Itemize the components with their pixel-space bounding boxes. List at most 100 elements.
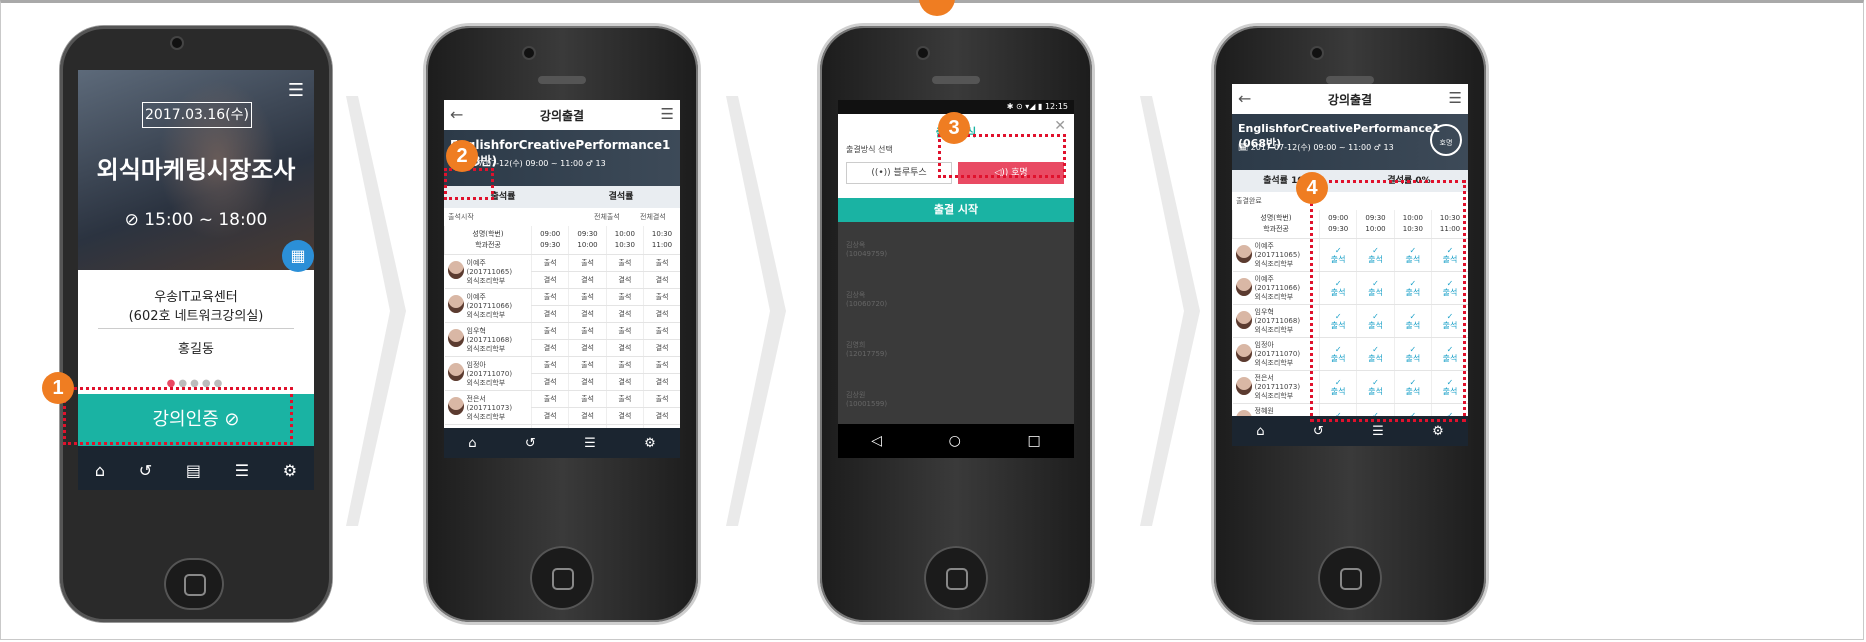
absent-cell[interactable]: 결석 — [643, 373, 680, 391]
absent-cell[interactable]: 결석 — [643, 339, 680, 357]
present-cell[interactable]: 출석 — [605, 390, 644, 408]
present-cell[interactable]: 출석 — [605, 356, 644, 374]
home-circle-icon[interactable]: ○ — [949, 433, 961, 449]
home-button[interactable] — [164, 558, 224, 610]
present-cell[interactable]: 출석 — [568, 322, 607, 340]
call-badge[interactable]: 호명 — [1430, 124, 1462, 156]
gear-icon[interactable]: ⚙ — [283, 461, 297, 480]
student-dept: 외식조리학부 — [466, 276, 506, 285]
list-icon[interactable]: ☰ — [235, 461, 249, 480]
student-id: (201711068) — [466, 335, 513, 344]
present-cell[interactable]: 출석 — [643, 322, 680, 340]
avatar — [447, 329, 464, 347]
absent-cell[interactable]: 결석 — [568, 339, 607, 357]
present-cell[interactable]: 출석 — [643, 288, 680, 306]
absent-cell[interactable]: 결석 — [530, 373, 569, 391]
home-button[interactable] — [1318, 546, 1382, 610]
menu-icon[interactable]: ☰ — [1449, 89, 1462, 107]
present-cell[interactable]: 출석 — [530, 356, 569, 374]
present-cell[interactable]: 출석 — [605, 254, 644, 272]
absent-cell[interactable]: 결석 — [530, 339, 569, 357]
home-icon[interactable]: ⌂ — [1256, 424, 1264, 439]
present-cell[interactable]: 출석 — [530, 288, 569, 306]
speaker — [932, 76, 980, 84]
present-cell[interactable]: 출석 — [568, 356, 607, 374]
table-row: 임정아 (201711070) 외식조리학부 출석 출석 출석 출석 — [444, 356, 680, 391]
back-icon[interactable]: ◁ — [871, 433, 882, 449]
present-cell[interactable]: 출석 — [568, 288, 607, 306]
refresh-icon[interactable]: ↺ — [1313, 424, 1324, 439]
phone-1: ☰ 2017.03.16(수) 외식마케팅시장조사 ⊘ 15:00 ~ 18:0… — [60, 26, 332, 622]
present-cell[interactable]: 출석 — [568, 390, 607, 408]
col-name: 성명(학번) 학과전공 — [444, 226, 532, 255]
step-badge-1: 1 — [42, 372, 74, 404]
menu-icon[interactable]: ☰ — [288, 80, 304, 101]
absent-cell[interactable]: 결석 — [530, 271, 569, 289]
student-cell: 임정아 (201711070) 외식조리학부 — [444, 356, 532, 391]
attendance-start-button[interactable]: 출결 시작 — [838, 198, 1074, 222]
options-row: 출석시작 전체출석 전체결석 — [444, 208, 680, 226]
absent-cell[interactable]: 결석 — [643, 271, 680, 289]
student-dept: 외식조리학부 — [466, 378, 506, 387]
lecture-title: 외식마케팅시장조사 — [96, 156, 296, 184]
camera-icon — [1312, 48, 1322, 58]
absent-cell[interactable]: 결석 — [568, 407, 607, 425]
calendar-icon[interactable]: ▦ — [282, 240, 314, 272]
absent-cell[interactable]: 결석 — [530, 407, 569, 425]
step-badge-4: 4 — [1296, 172, 1328, 204]
avatar — [1235, 377, 1252, 395]
present-cell[interactable]: 출석 — [568, 254, 607, 272]
absent-cell[interactable]: 결석 — [568, 271, 607, 289]
highlight-4 — [1310, 180, 1466, 422]
place-line-2: (602호 네트워크강의실) — [128, 309, 264, 324]
present-cell[interactable]: 출석 — [605, 288, 644, 306]
home-icon[interactable]: ⌂ — [95, 461, 105, 480]
absent-cell[interactable]: 결석 — [643, 305, 680, 323]
close-icon[interactable]: ✕ — [1054, 118, 1066, 134]
notes-icon[interactable]: ▤ — [186, 461, 201, 480]
list-icon[interactable]: ☰ — [584, 436, 596, 451]
absent-cell[interactable]: 결석 — [605, 407, 644, 425]
avatar — [1235, 278, 1252, 296]
home-button[interactable] — [924, 546, 988, 610]
all-present-option[interactable]: 전체출석 — [594, 212, 620, 222]
present-cell[interactable]: 출석 — [643, 254, 680, 272]
absent-cell[interactable]: 결석 — [568, 305, 607, 323]
home-button[interactable] — [530, 546, 594, 610]
attendance-table: 성명(학번) 학과전공 09:00 09:30 09:30 10:00 10:00 10… — [444, 226, 680, 458]
present-cell[interactable]: 출석 — [643, 390, 680, 408]
absent-cell[interactable]: 결석 — [568, 373, 607, 391]
absent-cell[interactable]: 결석 — [530, 305, 569, 323]
refresh-icon[interactable]: ↺ — [525, 436, 536, 451]
camera-icon — [918, 48, 928, 58]
time-col: 10:00 10:30 — [605, 226, 644, 255]
table-row: 이예주 (201711066) 외식조리학부 출석 출석 출석 출석 — [444, 288, 680, 323]
present-cell[interactable]: 출석 — [530, 390, 569, 408]
start-attendance-option[interactable]: 출석시작 — [448, 212, 474, 222]
avatar — [447, 295, 464, 313]
recents-icon[interactable]: □ — [1027, 433, 1040, 449]
present-cell[interactable]: 출석 — [530, 322, 569, 340]
gear-icon[interactable]: ⚙ — [644, 436, 656, 451]
bluetooth-button[interactable]: ((•)) 블루투스 — [846, 162, 952, 184]
all-absent-option[interactable]: 전체결석 — [640, 212, 666, 222]
present-cell[interactable]: 출석 — [530, 254, 569, 272]
refresh-icon[interactable]: ↺ — [139, 461, 152, 480]
absent-cell[interactable]: 결석 — [605, 373, 644, 391]
highlight-2 — [444, 168, 494, 200]
col-name: 성명(학번) 학과전공 — [1232, 210, 1320, 239]
student-id: (201711073) — [466, 403, 513, 412]
time-col: 09:00 09:30 — [530, 226, 569, 255]
list-icon[interactable]: ☰ — [1372, 424, 1384, 439]
speaker — [1326, 76, 1374, 84]
gear-icon[interactable]: ⚙ — [1432, 424, 1444, 439]
present-cell[interactable]: 출석 — [643, 356, 680, 374]
absent-cell[interactable]: 결석 — [605, 271, 644, 289]
time-col: 09:30 10:00 — [568, 226, 607, 255]
absent-cell[interactable]: 결석 — [605, 339, 644, 357]
menu-icon[interactable]: ☰ — [661, 105, 674, 123]
present-cell[interactable]: 출석 — [605, 322, 644, 340]
absent-cell[interactable]: 결석 — [643, 407, 680, 425]
absent-cell[interactable]: 결석 — [605, 305, 644, 323]
home-icon[interactable]: ⌂ — [468, 436, 476, 451]
